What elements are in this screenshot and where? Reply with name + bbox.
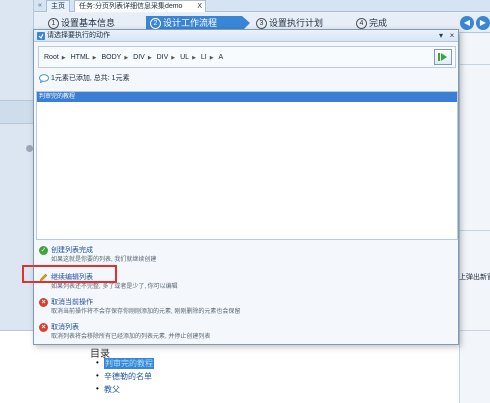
chevron-right-icon: ▶ [171, 55, 176, 61]
crumb[interactable]: BODY [101, 47, 121, 69]
dialog-pin-icon[interactable]: ▾ [436, 30, 446, 42]
next-icon[interactable]: ▶ [476, 16, 490, 30]
action-title[interactable]: 取消当前操作 [51, 297, 93, 308]
right-panel [459, 34, 490, 403]
element-breadcrumb: Root ▶ HTML ▶ BODY ▶ DIV ▶ DIV ▶ UL ▶ LI ▶ A [44, 47, 226, 69]
document-tabstrip: « 主页 任务:分页列表详细信息采集demo X [34, 0, 490, 12]
crumb[interactable]: DIV [157, 47, 169, 69]
dialog-titlebar: 请选择要执行的动作 ▾ × [34, 30, 458, 42]
preview-link[interactable]: 判审完的教程 [96, 358, 154, 369]
left-bottom-pane [0, 330, 34, 403]
divider [460, 230, 490, 231]
action-dialog: 请选择要执行的动作 ▾ × Root ▶ HTML ▶ BODY ▶ DIV ▶ DIV… [33, 29, 459, 345]
play-icon [438, 53, 447, 61]
app-icon [37, 32, 45, 40]
crumb[interactable]: LI [201, 47, 207, 69]
list-item[interactable]: 判审完的教程 [37, 92, 457, 102]
selected-elements-list[interactable]: 判审完的教程 [36, 91, 458, 240]
web-preview: 目录 判审完的教程 辛德勒的名单 教父 [34, 345, 459, 403]
action-title[interactable]: 取消列表 [51, 322, 79, 333]
action-finish-list[interactable]: ✓ 创建列表完成 如果这就是你要的列表, 我们就继续创建 [37, 245, 457, 267]
tab-home[interactable]: 主页 [46, 0, 70, 12]
dialog-close-icon[interactable]: × [447, 30, 457, 42]
speech-bubble-icon [39, 73, 49, 83]
cancel-icon: × [39, 298, 48, 307]
highlight-box [22, 265, 117, 283]
chevron-right-icon: ▶ [192, 55, 196, 61]
action-desc: 取消当前操作将不会存保存你刚刚添加的元素, 刚刚删除的元素也会保留 [51, 309, 241, 315]
step-label: 设置执行计划 [269, 18, 324, 28]
action-desc: 如果列表还不完整, 多了或者是少了, 你可以编辑 [51, 284, 178, 290]
left-pane-band [0, 100, 34, 124]
previous-icon[interactable]: ◀ [460, 16, 474, 30]
action-title[interactable]: 创建列表完成 [51, 245, 93, 256]
chevron-right-icon: ▶ [124, 55, 129, 61]
action-cancel-list[interactable]: × 取消列表 取消列表将会移除所有已经添加的列表元素, 并停止创建列表 [37, 322, 457, 344]
step-number: 1 [48, 18, 59, 30]
element-path-bar: Root ▶ HTML ▶ BODY ▶ DIV ▶ DIV ▶ UL ▶ LI ▶ A [38, 46, 456, 68]
side-text: 上弹出新窗 [459, 274, 490, 281]
collapse-left-button[interactable]: « [34, 0, 46, 12]
tab-task[interactable]: 任务:分页列表详细信息采集demo X [74, 0, 206, 12]
chevron-right-icon: ▶ [61, 55, 66, 61]
step-label: 设置基本信息 [61, 18, 116, 28]
step-number: 4 [356, 18, 367, 30]
crumb[interactable]: DIV [133, 47, 145, 69]
divider [460, 330, 490, 331]
splitter-handle[interactable] [26, 145, 33, 152]
preview-link[interactable]: 教父 [96, 384, 120, 395]
crumb[interactable]: A [219, 47, 224, 69]
crumb[interactable]: HTML [71, 47, 90, 69]
chevron-right-icon: ▶ [147, 55, 152, 61]
check-icon: ✓ [39, 246, 48, 255]
action-desc: 取消列表将会移除所有已经添加的列表元素, 并停止创建列表 [51, 334, 211, 340]
preview-link[interactable]: 辛德勒的名单 [96, 371, 152, 382]
divider [460, 64, 490, 65]
crumb[interactable]: UL [180, 47, 189, 69]
step-number: 2 [150, 18, 161, 30]
crumb[interactable]: Root [44, 47, 59, 69]
chevron-right-icon: ▶ [92, 55, 97, 61]
step-number: 3 [256, 18, 267, 30]
cancel-icon: × [39, 323, 48, 332]
tab-close-icon[interactable]: X [197, 1, 202, 13]
tab-task-label: 任务:分页列表详细信息采集demo [79, 3, 183, 10]
selection-info-text: 1元素已添加, 总共: 1元素 [51, 75, 130, 82]
step-label: 完成 [369, 18, 388, 28]
go-forward-button[interactable] [434, 49, 452, 65]
selection-info: 1元素已添加, 总共: 1元素 [39, 73, 130, 85]
action-cancel-operation[interactable]: × 取消当前操作 取消当前操作将不会存保存你刚刚添加的元素, 刚刚删除的元素也会… [37, 297, 457, 319]
chevron-right-icon: ▶ [209, 55, 214, 61]
dialog-title: 请选择要执行的动作 [47, 32, 110, 39]
step-label: 设计工作流程 [163, 18, 218, 28]
action-desc: 如果这就是你要的列表, 我们就继续创建 [51, 257, 157, 263]
